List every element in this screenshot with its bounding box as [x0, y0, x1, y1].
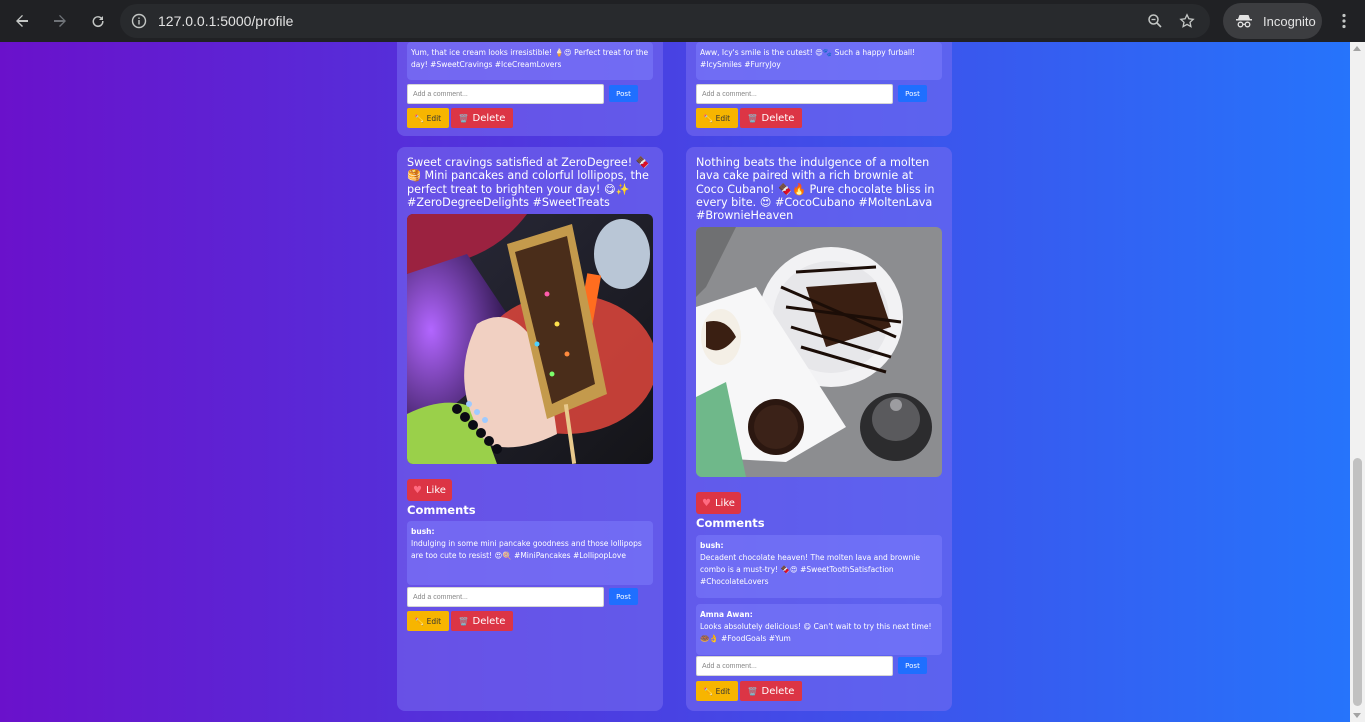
- browser-toolbar: 127.0.0.1:5000/profile Incognito: [0, 0, 1365, 42]
- like-button[interactable]: ♥ Like: [696, 492, 741, 514]
- post-button[interactable]: Post: [898, 85, 927, 102]
- comment-text: Yum, that ice cream looks irresistible! …: [411, 48, 649, 69]
- delete-button[interactable]: 🗑️ Delete: [740, 681, 802, 701]
- bookmark-star-icon[interactable]: [1174, 8, 1200, 34]
- comment-text: Decadent chocolate heaven! The molten la…: [700, 553, 920, 586]
- post-card: Aww, Icy's smile is the cutest! 😍🐾 Such …: [686, 42, 952, 136]
- edit-button[interactable]: ✏️ Edit: [407, 611, 449, 631]
- trash-icon: 🗑️: [747, 113, 758, 123]
- page-viewport: Yum, that ice cream looks irresistible! …: [0, 42, 1365, 722]
- pencil-icon: ✏️: [703, 686, 714, 696]
- delete-button[interactable]: 🗑️ Delete: [740, 108, 802, 128]
- pencil-icon: ✏️: [414, 616, 425, 626]
- url-text[interactable]: 127.0.0.1:5000/profile: [158, 13, 293, 29]
- like-label: Like: [714, 497, 735, 509]
- comment-author: bush:: [411, 527, 435, 536]
- post-button[interactable]: Post: [609, 588, 638, 605]
- site-info-icon[interactable]: [122, 4, 156, 38]
- post-caption: Sweet cravings satisfied at ZeroDegree! …: [407, 156, 650, 209]
- incognito-label: Incognito: [1263, 13, 1316, 29]
- post-caption: Nothing beats the indulgence of a molten…: [696, 156, 935, 223]
- post-card: Nothing beats the indulgence of a molten…: [686, 147, 952, 711]
- forward-icon[interactable]: [42, 3, 78, 39]
- post-button[interactable]: Post: [609, 85, 638, 102]
- mini-pancakes-photo: [407, 214, 653, 464]
- edit-label: Edit: [715, 113, 731, 123]
- delete-label: Delete: [472, 615, 506, 627]
- back-icon[interactable]: [4, 3, 40, 39]
- incognito-icon: [1235, 13, 1257, 29]
- lava-cake-brownie-photo: [696, 227, 942, 477]
- incognito-indicator[interactable]: Incognito: [1223, 3, 1322, 39]
- pencil-icon: ✏️: [703, 113, 714, 123]
- address-bar[interactable]: 127.0.0.1:5000/profile: [120, 4, 1210, 38]
- edit-button[interactable]: ✏️ Edit: [696, 108, 738, 128]
- comment-author: Amna Awan:: [700, 610, 753, 619]
- edit-label: Edit: [426, 616, 442, 626]
- comment-input[interactable]: Add a comment...: [696, 84, 893, 104]
- trash-icon: 🗑️: [458, 113, 469, 123]
- scroll-up-arrow-icon[interactable]: [1353, 46, 1361, 51]
- comments-heading: Comments: [696, 516, 765, 530]
- like-button[interactable]: ♥ Like: [407, 479, 452, 501]
- comment-input[interactable]: Add a comment...: [696, 656, 893, 676]
- comment-input[interactable]: Add a comment...: [407, 84, 604, 104]
- vertical-scrollbar[interactable]: [1350, 42, 1365, 722]
- heart-icon: ♥: [413, 484, 422, 496]
- delete-label: Delete: [761, 112, 795, 124]
- comment: Amna Awan: Looks absolutely delicious! 😋…: [696, 604, 942, 655]
- zoom-icon[interactable]: [1142, 8, 1168, 34]
- reload-icon[interactable]: [80, 3, 116, 39]
- comment: Yum, that ice cream looks irresistible! …: [407, 42, 653, 80]
- comment-input[interactable]: Add a comment...: [407, 587, 604, 607]
- comment-text: Looks absolutely delicious! 😋 Can't wait…: [700, 622, 932, 643]
- comment: bush: Decadent chocolate heaven! The mol…: [696, 535, 942, 598]
- trash-icon: 🗑️: [458, 616, 469, 626]
- delete-label: Delete: [761, 685, 795, 697]
- post-card: Sweet cravings satisfied at ZeroDegree! …: [397, 147, 663, 711]
- edit-label: Edit: [715, 686, 731, 696]
- comment-author: bush:: [700, 541, 724, 550]
- comment-text: Aww, Icy's smile is the cutest! 😍🐾 Such …: [700, 48, 916, 69]
- post-button[interactable]: Post: [898, 657, 927, 674]
- heart-icon: ♥: [702, 497, 711, 509]
- comment: bush: Indulging in some mini pancake goo…: [407, 521, 653, 585]
- delete-button[interactable]: 🗑️ Delete: [451, 108, 513, 128]
- more-menu-icon[interactable]: [1332, 6, 1356, 36]
- scrollbar-thumb[interactable]: [1353, 458, 1362, 706]
- like-label: Like: [425, 484, 446, 496]
- scroll-down-arrow-icon[interactable]: [1353, 713, 1361, 718]
- edit-label: Edit: [426, 113, 442, 123]
- edit-button[interactable]: ✏️ Edit: [696, 681, 738, 701]
- delete-label: Delete: [472, 112, 506, 124]
- comment: Aww, Icy's smile is the cutest! 😍🐾 Such …: [696, 42, 942, 80]
- delete-button[interactable]: 🗑️ Delete: [451, 611, 513, 631]
- comments-heading: Comments: [407, 503, 476, 517]
- pencil-icon: ✏️: [414, 113, 425, 123]
- comment-text: Indulging in some mini pancake goodness …: [411, 539, 642, 560]
- edit-button[interactable]: ✏️ Edit: [407, 108, 449, 128]
- trash-icon: 🗑️: [747, 686, 758, 696]
- post-card: Yum, that ice cream looks irresistible! …: [397, 42, 663, 136]
